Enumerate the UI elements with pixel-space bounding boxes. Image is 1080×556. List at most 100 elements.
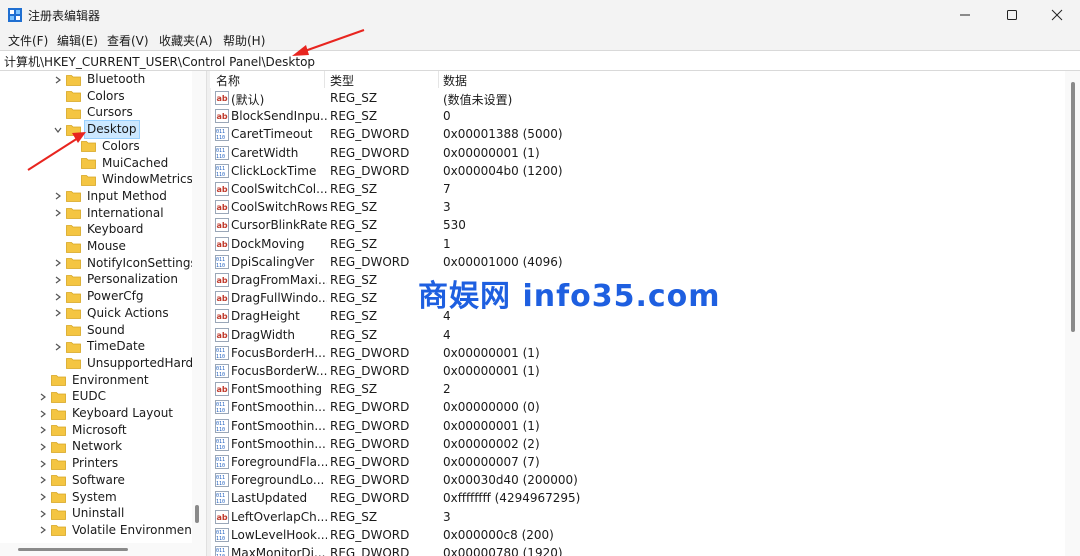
tree-item-label: Colors bbox=[102, 138, 140, 153]
folder-icon bbox=[51, 424, 66, 437]
chevron-right-icon[interactable] bbox=[38, 442, 48, 452]
column-header-type[interactable]: 类型 bbox=[330, 72, 354, 89]
value-row[interactable]: ab (默认) REG_SZ (数值未设置) bbox=[210, 89, 1065, 107]
value-row[interactable]: 011 110 CaretTimeout REG_DWORD 0x00001388 (5… bbox=[210, 125, 1065, 143]
folder-icon bbox=[66, 307, 81, 320]
value-row[interactable]: ab CoolSwitchCol... REG_SZ 7 bbox=[210, 180, 1065, 198]
chevron-right-icon[interactable] bbox=[38, 392, 48, 402]
menu-edit[interactable]: 编辑(E) bbox=[57, 32, 98, 49]
value-row[interactable]: ab DragWidth REG_SZ 4 bbox=[210, 326, 1065, 344]
column-header-data[interactable]: 数据 bbox=[443, 72, 467, 89]
maximize-button[interactable] bbox=[989, 0, 1035, 30]
value-row[interactable]: 011 110 CaretWidth REG_DWORD 0x00000001 (1) bbox=[210, 144, 1065, 162]
tree-item[interactable]: Bluetooth bbox=[53, 71, 147, 88]
value-row[interactable]: 011110MaxMonitorDi... REG_DWORD 0x00000780… bbox=[210, 544, 1065, 556]
value-row[interactable]: ab DockMoving REG_SZ 1 bbox=[210, 235, 1065, 253]
tree-item[interactable]: Volatile Environment bbox=[38, 522, 199, 539]
tree-vertical-scrollbar[interactable] bbox=[192, 71, 206, 543]
svg-text:ab: ab bbox=[217, 203, 228, 212]
tree-item[interactable]: Keyboard Layout bbox=[38, 405, 175, 422]
chevron-right-icon[interactable] bbox=[53, 292, 63, 302]
tree-item[interactable]: TimeDate bbox=[53, 338, 147, 355]
chevron-right-icon[interactable] bbox=[53, 208, 63, 218]
chevron-right-icon[interactable] bbox=[53, 342, 63, 352]
chevron-right-icon[interactable] bbox=[38, 509, 48, 519]
column-divider[interactable] bbox=[438, 71, 439, 88]
value-row[interactable]: 011 110 DpiScalingVer REG_DWORD 0x00001000 (… bbox=[210, 253, 1065, 271]
menu-help[interactable]: 帮助(H) bbox=[223, 32, 265, 49]
chevron-right-icon[interactable] bbox=[38, 492, 48, 502]
value-data: 7 bbox=[443, 182, 451, 196]
address-bar[interactable]: 计算机\HKEY_CURRENT_USER\Control Panel\Desk… bbox=[0, 50, 1080, 71]
tree-item[interactable]: Software bbox=[38, 472, 127, 489]
value-row[interactable]: 011 110 FocusBorderH... REG_DWORD 0x00000001… bbox=[210, 344, 1065, 362]
value-row[interactable]: 011 110 FontSmoothin... REG_DWORD 0x00000000… bbox=[210, 398, 1065, 416]
value-row[interactable]: 011 110 LastUpdated REG_DWORD 0xffffffff (42… bbox=[210, 489, 1065, 507]
tree-item[interactable]: Mouse bbox=[53, 238, 128, 255]
tree-item[interactable]: Microsoft bbox=[38, 422, 129, 439]
column-divider[interactable] bbox=[324, 71, 325, 88]
chevron-right-icon[interactable] bbox=[38, 525, 48, 535]
value-row[interactable]: 011 110 FontSmoothin... REG_DWORD 0x00000001… bbox=[210, 417, 1065, 435]
minimize-button[interactable] bbox=[942, 0, 988, 30]
value-row[interactable]: 011 110 ForegroundLo... REG_DWORD 0x00030d40… bbox=[210, 471, 1065, 489]
tree-horizontal-scroll-thumb[interactable] bbox=[18, 548, 128, 551]
value-name: BlockSendInpu... bbox=[231, 109, 327, 124]
value-row[interactable]: 011 110 FontSmoothin... REG_DWORD 0x00000002… bbox=[210, 435, 1065, 453]
menu-file[interactable]: 文件(F) bbox=[8, 32, 48, 49]
tree-item[interactable]: Sound bbox=[53, 322, 127, 339]
value-row[interactable]: ab LeftOverlapCh... REG_SZ 3 bbox=[210, 508, 1065, 526]
value-name: FontSmoothin... bbox=[231, 436, 326, 451]
tree-item[interactable]: Colors bbox=[53, 88, 127, 105]
tree-item[interactable]: Keyboard bbox=[53, 221, 145, 238]
tree-item[interactable]: System bbox=[38, 489, 119, 506]
chevron-right-icon[interactable] bbox=[38, 425, 48, 435]
tree-item[interactable]: Personalization bbox=[53, 271, 180, 288]
list-vertical-scroll-thumb[interactable] bbox=[1071, 82, 1075, 332]
chevron-right-icon[interactable] bbox=[53, 308, 63, 318]
maximize-icon bbox=[1007, 10, 1017, 20]
value-row[interactable]: 011 110 FocusBorderW... REG_DWORD 0x00000001… bbox=[210, 362, 1065, 380]
binary-value-icon: 011110 bbox=[215, 491, 229, 506]
tree-item[interactable]: Cursors bbox=[53, 104, 135, 121]
chevron-right-icon[interactable] bbox=[38, 409, 48, 419]
value-row[interactable]: ab BlockSendInpu... REG_SZ 0 bbox=[210, 107, 1065, 125]
value-row[interactable]: 011 110 LowLevelHook... REG_DWORD 0x000000c8… bbox=[210, 526, 1065, 544]
tree-item[interactable]: International bbox=[53, 205, 166, 222]
value-data: 3 bbox=[443, 200, 451, 215]
tree-item[interactable]: Printers bbox=[38, 455, 120, 472]
value-name: FocusBorderH... bbox=[231, 345, 326, 360]
tree-item[interactable]: Input Method bbox=[53, 188, 169, 205]
tree-item[interactable]: EUDC bbox=[38, 388, 108, 405]
tree-item[interactable]: Uninstall bbox=[38, 505, 126, 522]
menu-view[interactable]: 查看(V) bbox=[107, 32, 149, 49]
tree-item-label: Uninstall bbox=[72, 506, 125, 521]
value-row[interactable]: 011 110 ClickLockTime REG_DWORD 0x000004b0 (… bbox=[210, 162, 1065, 180]
value-row[interactable]: ab CursorBlinkRate REG_SZ 530 bbox=[210, 216, 1065, 234]
chevron-right-icon[interactable] bbox=[53, 258, 63, 268]
svg-text:110: 110 bbox=[216, 408, 225, 414]
tree-item[interactable]: NotifyIconSettings bbox=[53, 255, 199, 272]
svg-text:110: 110 bbox=[216, 463, 225, 469]
value-row[interactable]: ab FontSmoothing REG_SZ 2 bbox=[210, 380, 1065, 398]
close-button[interactable] bbox=[1034, 0, 1080, 30]
tree-item[interactable]: UnsupportedHardv bbox=[53, 355, 202, 372]
value-row[interactable]: ab CoolSwitchRows REG_SZ 3 bbox=[210, 198, 1065, 216]
svg-text:110: 110 bbox=[216, 354, 225, 360]
tree-item[interactable]: Network bbox=[38, 438, 124, 455]
chevron-right-icon[interactable] bbox=[38, 459, 48, 469]
tree-item[interactable]: Quick Actions bbox=[53, 305, 171, 322]
column-header-name[interactable]: 名称 bbox=[216, 72, 240, 89]
address-path[interactable]: 计算机\HKEY_CURRENT_USER\Control Panel\Desk… bbox=[4, 53, 315, 70]
chevron-right-icon[interactable] bbox=[53, 75, 63, 85]
folder-icon bbox=[51, 508, 66, 520]
tree-item[interactable]: PowerCfg bbox=[53, 288, 146, 305]
value-row[interactable]: 011 110 ForegroundFla... REG_DWORD 0x0000000… bbox=[210, 453, 1065, 471]
chevron-right-icon[interactable] bbox=[53, 191, 63, 201]
tree-vertical-scroll-thumb[interactable] bbox=[195, 505, 199, 523]
tree-item[interactable]: Environment bbox=[38, 372, 151, 389]
menu-favorites[interactable]: 收藏夹(A) bbox=[159, 32, 213, 49]
folder-icon bbox=[66, 324, 81, 336]
chevron-right-icon[interactable] bbox=[38, 475, 48, 485]
chevron-right-icon[interactable] bbox=[53, 275, 63, 285]
